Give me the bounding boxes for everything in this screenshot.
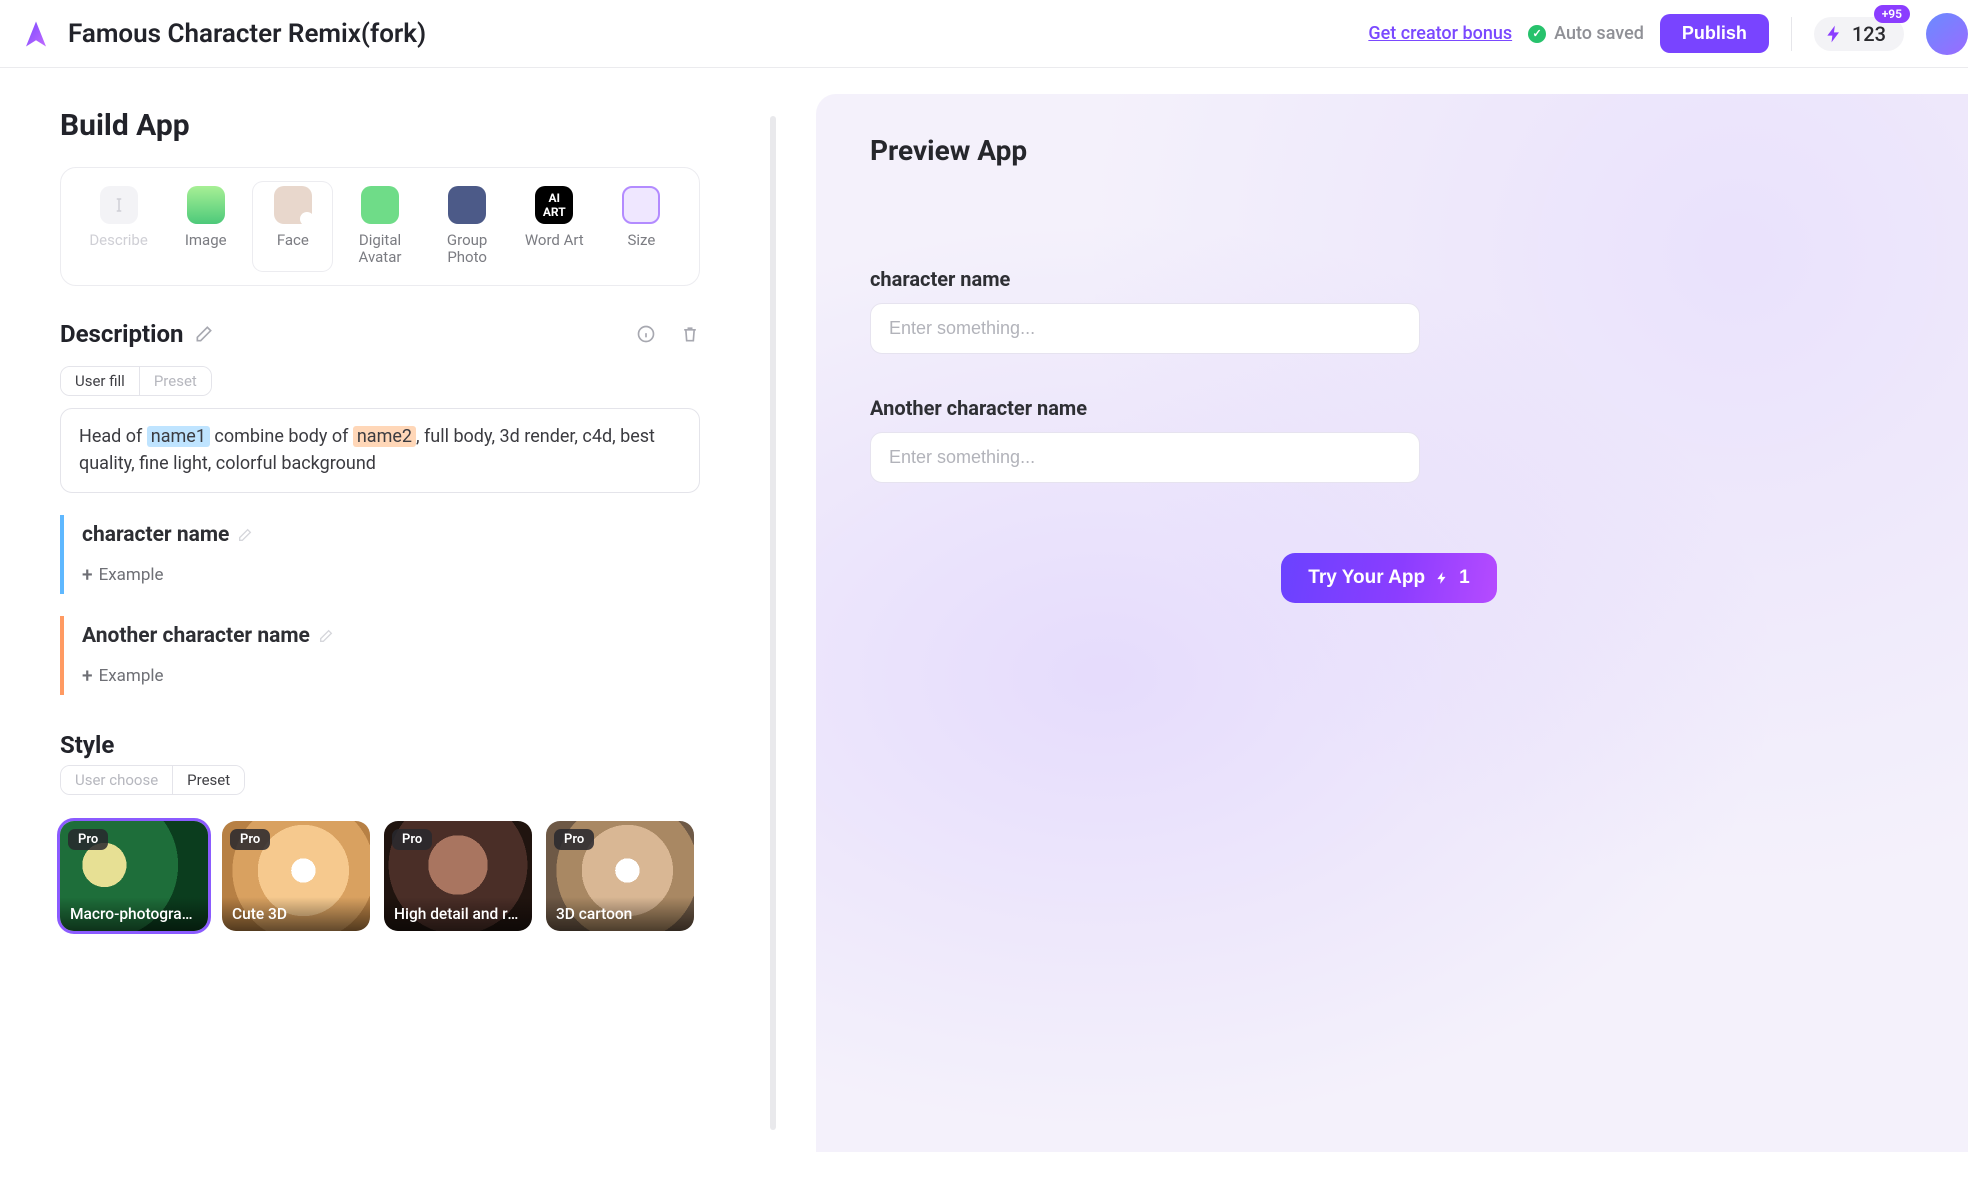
info-icon[interactable] [636, 324, 656, 344]
token-name1[interactable]: name1 [147, 426, 210, 447]
group-icon [448, 186, 486, 224]
plus-icon: + [82, 563, 93, 586]
preview-field-1-input[interactable] [870, 303, 1420, 354]
pro-badge: Pro [68, 829, 108, 850]
style-mode-preset[interactable]: Preset [172, 766, 244, 794]
creator-bonus-link[interactable]: Get creator bonus [1368, 23, 1512, 44]
variable-2-add-example[interactable]: + Example [82, 664, 700, 687]
preview-field-2-label: Another character name [870, 396, 1908, 420]
style-card-macro[interactable]: Pro Macro-photography [60, 821, 208, 931]
check-icon: ✓ [1528, 25, 1546, 43]
style-mode-userchoose[interactable]: User choose [61, 766, 172, 794]
variable-1-title: character name [82, 523, 229, 547]
style-mode-toggle: User choose Preset [60, 765, 245, 795]
image-icon [187, 186, 225, 224]
style-caption: Macro-photography [60, 897, 208, 931]
component-size[interactable]: Size [602, 182, 681, 271]
pro-badge: Pro [554, 829, 594, 850]
description-mode-preset[interactable]: Preset [139, 367, 211, 395]
publish-button[interactable]: Publish [1660, 14, 1769, 53]
component-word-art[interactable]: AIART Word Art [515, 182, 594, 271]
try-cost: 1 [1459, 567, 1470, 589]
bolt-icon [1435, 571, 1449, 585]
token-name2[interactable]: name2 [353, 426, 416, 447]
word-art-icon: AIART [535, 186, 573, 224]
face-icon [274, 186, 312, 224]
pencil-icon[interactable] [237, 527, 253, 543]
component-describe[interactable]: Describe [79, 182, 158, 271]
text-cursor-icon [100, 186, 138, 224]
credits-pill[interactable]: 123 +95 [1814, 17, 1904, 51]
variable-block-1: character name + Example [60, 515, 700, 594]
autosave-label: Auto saved [1554, 23, 1644, 44]
description-heading: Description [60, 320, 214, 348]
prompt-textarea[interactable]: Head of name1 combine body of name2, ful… [60, 408, 700, 494]
variable-1-add-example[interactable]: + Example [82, 563, 700, 586]
preview-field-1-label: character name [870, 267, 1908, 291]
component-image[interactable]: Image [166, 182, 245, 271]
variable-block-2: Another character name + Example [60, 616, 700, 695]
style-heading: Style [60, 731, 114, 759]
preview-heading: Preview App [870, 134, 1908, 167]
credits-value: 123 [1852, 22, 1886, 46]
style-card-highdetail[interactable]: Pro High detail and re... [384, 821, 532, 931]
style-card-3dcartoon[interactable]: Pro 3D cartoon [546, 821, 694, 931]
plus-icon: + [82, 664, 93, 687]
style-caption: High detail and re... [384, 897, 532, 931]
user-avatar[interactable] [1926, 13, 1968, 55]
style-caption: Cute 3D [222, 897, 370, 931]
component-digital-avatar[interactable]: Digital Avatar [340, 182, 419, 271]
component-group-photo[interactable]: Group Photo [428, 182, 507, 271]
pro-badge: Pro [392, 829, 432, 850]
style-card-cute3d[interactable]: Pro Cute 3D [222, 821, 370, 931]
divider [1791, 17, 1792, 51]
bolt-icon [1824, 24, 1844, 44]
pro-badge: Pro [230, 829, 270, 850]
column-divider [770, 116, 776, 1130]
autosave-status: ✓ Auto saved [1528, 23, 1644, 44]
preview-panel: Preview App character name Another chara… [816, 94, 1968, 1152]
size-icon [622, 186, 660, 224]
top-bar: Famous Character Remix(fork) Get creator… [0, 0, 1968, 68]
build-panel: Build App Describe Image Face Digital Av… [0, 68, 760, 1178]
style-caption: 3D cartoon [546, 897, 694, 931]
component-face[interactable]: Face [253, 182, 332, 271]
component-picker: Describe Image Face Digital Avatar Group… [60, 167, 700, 286]
style-card-row: Pro Macro-photography Pro Cute 3D Pro Hi… [60, 821, 760, 931]
pencil-icon[interactable] [318, 628, 334, 644]
avatar-icon [361, 186, 399, 224]
build-heading: Build App [60, 108, 760, 143]
page-title: Famous Character Remix(fork) [68, 19, 426, 49]
credits-badge: +95 [1874, 5, 1910, 23]
variable-2-title: Another character name [82, 624, 310, 648]
preview-field-2-input[interactable] [870, 432, 1420, 483]
app-logo [20, 18, 52, 50]
try-label: Try Your App [1308, 567, 1425, 589]
try-your-app-button[interactable]: Try Your App 1 [1281, 553, 1497, 603]
preview-column: Preview App character name Another chara… [794, 68, 1968, 1178]
trash-icon[interactable] [680, 324, 700, 344]
description-mode-toggle: User fill Preset [60, 366, 212, 396]
description-mode-userfill[interactable]: User fill [61, 367, 139, 395]
pencil-icon[interactable] [194, 324, 214, 344]
